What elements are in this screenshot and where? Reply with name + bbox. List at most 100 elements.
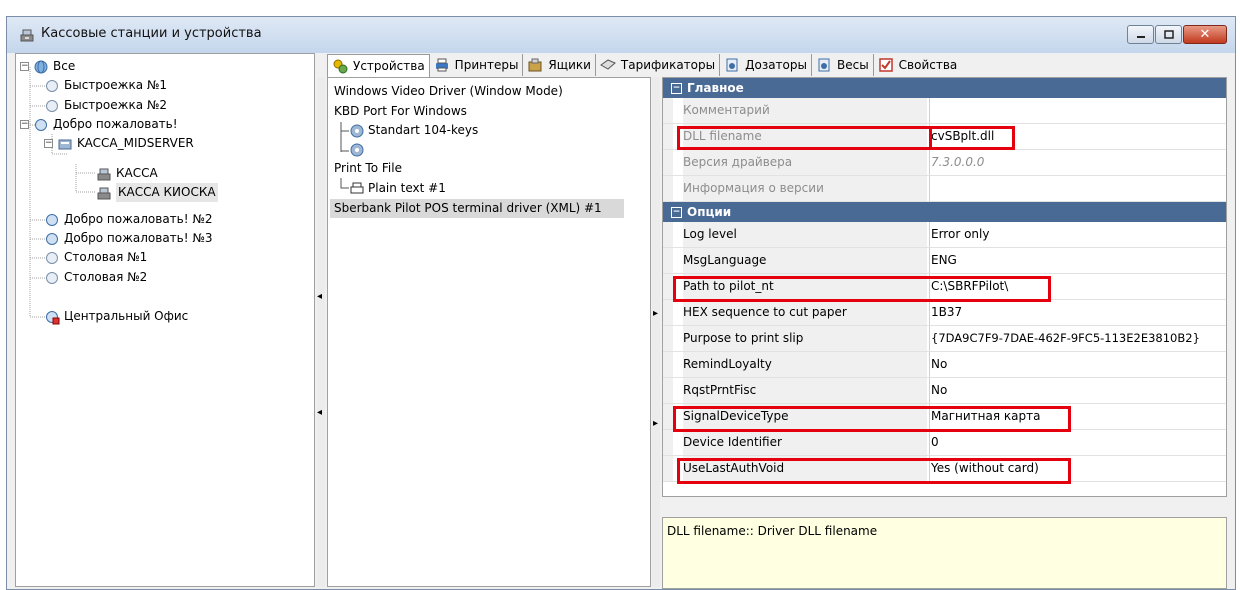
- property-row[interactable]: Purpose to print slip {7DA9C7F9-7DAE-462F…: [663, 326, 1226, 352]
- tab-label: Свойства: [898, 58, 958, 72]
- property-value[interactable]: No: [931, 352, 1226, 377]
- list-item[interactable]: KBD Port For Windows: [334, 102, 467, 121]
- tab-printers[interactable]: Принтеры: [430, 54, 524, 76]
- close-button[interactable]: ✕: [1183, 25, 1227, 44]
- list-item[interactable]: Plain text #1: [350, 179, 446, 198]
- property-value[interactable]: 0: [931, 430, 1226, 455]
- main-window: Кассовые станции и устройства ✕ − Все Бы…: [6, 16, 1236, 590]
- property-value[interactable]: [931, 98, 1226, 123]
- property-name: Purpose to print slip: [683, 326, 927, 351]
- device-label: KBD Port For Windows: [334, 104, 467, 118]
- collapse-icon[interactable]: −: [44, 139, 53, 148]
- property-row[interactable]: Log level Error only: [663, 222, 1226, 248]
- property-value[interactable]: No: [931, 378, 1226, 403]
- station-tree[interactable]: − Все Быстроежка №1 Быстроежка №2 − Добр…: [15, 53, 315, 587]
- tree-node-station[interactable]: Добро пожаловать! №2: [44, 210, 212, 229]
- station-icon: [46, 271, 58, 284]
- devices-icon: [333, 59, 348, 73]
- list-item[interactable]: Standart 104-keys: [350, 121, 478, 140]
- tab-properties[interactable]: Свойства: [874, 54, 962, 76]
- tree-node-station[interactable]: − Добро пожаловать!: [20, 115, 178, 134]
- station-icon: [46, 251, 58, 264]
- list-item[interactable]: Windows Video Driver (Window Mode): [334, 82, 563, 101]
- property-grid[interactable]: − Главное Комментарий DLL filename cvSBplt…: [662, 77, 1227, 497]
- window-title: Кассовые станции и устройства: [41, 26, 262, 41]
- property-row[interactable]: RqstPrntFisc No: [663, 378, 1226, 404]
- list-item[interactable]: Print To File: [334, 159, 402, 178]
- collapse-icon[interactable]: −: [671, 83, 682, 94]
- tab-tariffers[interactable]: Тарификаторы: [596, 54, 721, 76]
- tab-scales[interactable]: Весы: [812, 54, 874, 76]
- station-icon: [46, 99, 58, 112]
- server-icon: [58, 139, 72, 149]
- minimize-button[interactable]: [1127, 25, 1154, 44]
- tab-label: Весы: [836, 58, 869, 72]
- property-row[interactable]: UseLastAuthVoid Yes (without card): [663, 456, 1226, 482]
- expand-right-icon[interactable]: ▸: [653, 418, 658, 429]
- tree-node-station[interactable]: Столовая №1: [44, 248, 147, 267]
- property-row[interactable]: Path to pilot_nt C:\SBRFPilot\: [663, 274, 1226, 300]
- tab-dispensers[interactable]: Дозаторы: [720, 54, 812, 76]
- tree-node-station[interactable]: Центральный Офис: [44, 307, 188, 326]
- tree-node-register[interactable]: КАССА: [96, 164, 158, 183]
- property-name: DLL filename: [683, 124, 927, 149]
- tree-node-server[interactable]: − KACCA_MIDSERVER: [44, 134, 194, 153]
- tab-devices[interactable]: Устройства: [327, 53, 430, 77]
- property-row[interactable]: Комментарий: [663, 98, 1226, 124]
- property-value[interactable]: C:\SBRFPilot\: [931, 274, 1226, 299]
- property-value[interactable]: {7DA9C7F9-7DAE-462F-9FC5-113E2E3810B2}: [931, 326, 1226, 351]
- tree-node-label: КАССА: [116, 166, 158, 180]
- tree-node-station[interactable]: Добро пожаловать! №3: [44, 229, 212, 248]
- property-value[interactable]: 1B37: [931, 300, 1226, 325]
- property-value[interactable]: Error only: [931, 222, 1226, 247]
- group-header-main[interactable]: − Главное: [663, 78, 1226, 98]
- tree-node-station[interactable]: Быстроежка №1: [44, 76, 167, 95]
- maximize-button[interactable]: [1155, 25, 1182, 44]
- tab-label: Дозаторы: [745, 58, 807, 72]
- device-list[interactable]: Windows Video Driver (Window Mode) KBD P…: [327, 77, 651, 587]
- expand-right-icon[interactable]: ▸: [653, 308, 658, 319]
- tree-node-station[interactable]: Быстроежка №2: [44, 96, 167, 115]
- tree-node-label: Столовая №1: [64, 250, 148, 264]
- property-value[interactable]: cvSBplt.dll: [931, 124, 1226, 149]
- tab-label: Тарификаторы: [620, 58, 716, 72]
- property-row[interactable]: SignalDeviceType Магнитная карта: [663, 404, 1226, 430]
- list-item[interactable]: [350, 140, 368, 159]
- scales-icon: [818, 58, 830, 72]
- tree-node-label: Добро пожаловать! №3: [64, 231, 213, 245]
- list-item-selected[interactable]: Sberbank Pilot POS terminal driver (XML)…: [330, 199, 624, 218]
- property-name: RemindLoyalty: [683, 352, 927, 377]
- property-row[interactable]: RemindLoyalty No: [663, 352, 1226, 378]
- property-name: HEX sequence to cut paper: [683, 300, 927, 325]
- device-label: Standart 104-keys: [368, 123, 479, 137]
- collapse-icon[interactable]: −: [20, 120, 29, 129]
- title-bar[interactable]: Кассовые станции и устройства ✕: [7, 17, 1235, 54]
- device-label: Plain text #1: [368, 181, 446, 195]
- property-value[interactable]: ENG: [931, 248, 1226, 273]
- collapse-icon[interactable]: −: [20, 62, 29, 71]
- tree-node-register-selected[interactable]: КАССА КИОСКА: [96, 183, 218, 202]
- group-header-options[interactable]: − Опции: [663, 202, 1226, 222]
- collapse-left-icon[interactable]: ◂: [317, 291, 322, 302]
- property-name: Информация о версии: [683, 176, 927, 201]
- property-row[interactable]: HEX sequence to cut paper 1B37: [663, 300, 1226, 326]
- tree-node-label: Быстроежка №1: [64, 78, 167, 92]
- tree-node-root[interactable]: − Все: [20, 57, 75, 76]
- tree-node-station[interactable]: Столовая №2: [44, 268, 147, 287]
- property-value[interactable]: Магнитная карта: [931, 404, 1226, 429]
- collapse-icon[interactable]: −: [671, 207, 682, 218]
- property-row[interactable]: MsgLanguage ENG: [663, 248, 1226, 274]
- tab-drawers[interactable]: Ящики: [523, 54, 596, 76]
- keyboard-icon: [350, 143, 364, 156]
- property-value[interactable]: Yes (without card): [931, 456, 1226, 481]
- tree-node-label: Все: [53, 59, 76, 73]
- left-splitter[interactable]: ◂ ◂: [317, 77, 325, 587]
- property-row[interactable]: Версия драйвера 7.3.0.0.0: [663, 150, 1226, 176]
- property-row[interactable]: Device Identifier 0: [663, 430, 1226, 456]
- cash-register-icon: [20, 29, 34, 42]
- property-row[interactable]: Информация о версии: [663, 176, 1226, 202]
- property-name: UseLastAuthVoid: [683, 456, 927, 481]
- collapse-left-icon[interactable]: ◂: [317, 407, 322, 418]
- right-splitter[interactable]: ▸ ▸: [652, 77, 660, 587]
- property-row[interactable]: DLL filename cvSBplt.dll: [663, 124, 1226, 150]
